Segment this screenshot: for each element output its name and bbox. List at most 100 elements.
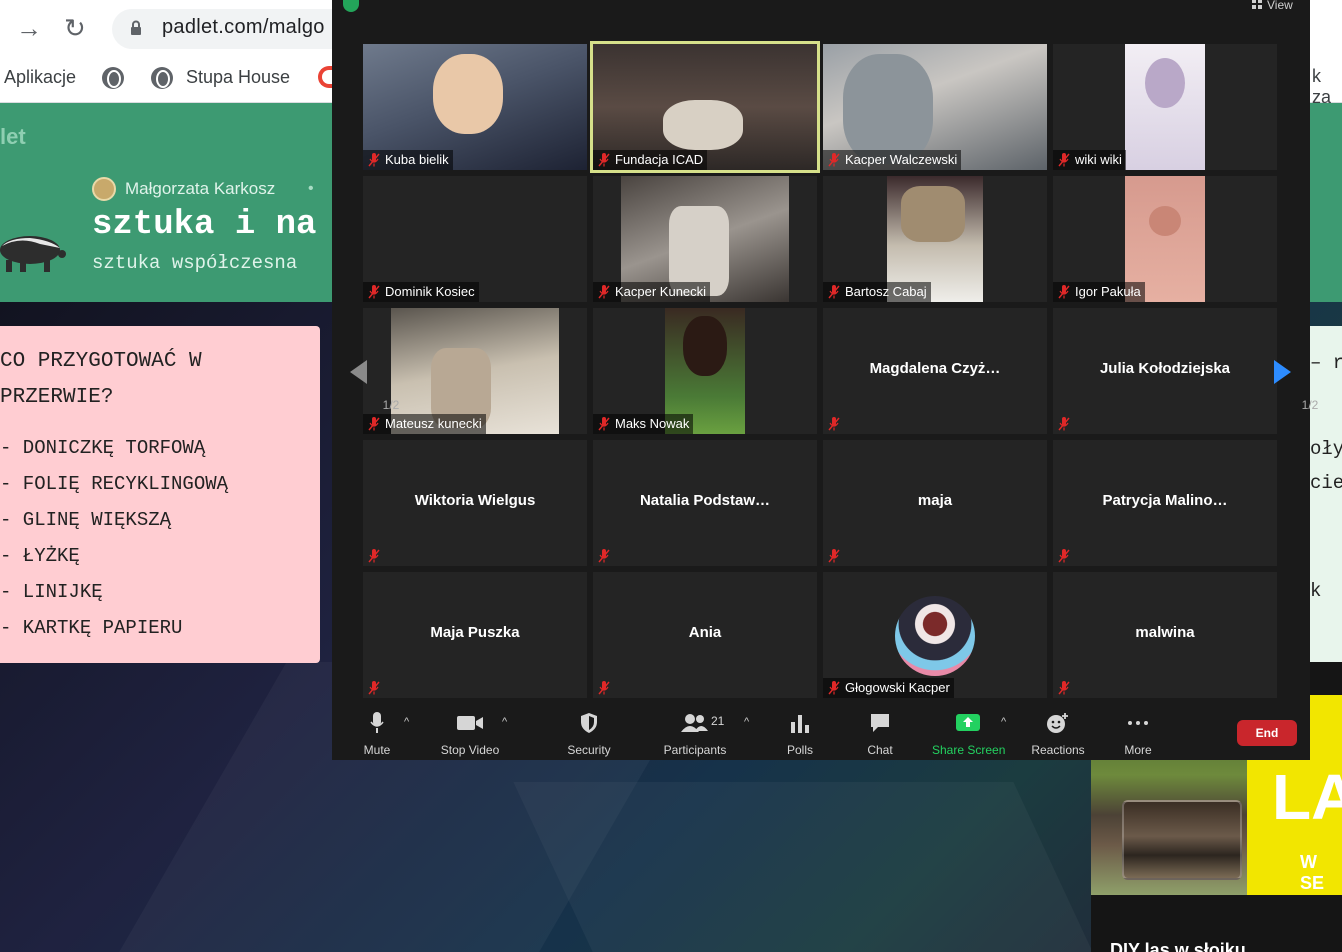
- bookmark-apps[interactable]: Aplikacje: [4, 67, 76, 88]
- participant-name-bar: Głogowski Kacper: [823, 678, 954, 698]
- muted-microphone-icon: [828, 153, 840, 167]
- post-card-right[interactable]: [1308, 326, 1342, 663]
- video-subject: [843, 54, 933, 164]
- muted-microphone-icon: [598, 417, 610, 431]
- share-screen-button[interactable]: Share Screen: [932, 712, 1005, 757]
- muted-microphone-icon: [598, 153, 610, 167]
- muted-microphone-icon: [828, 417, 840, 431]
- participant-tile[interactable]: Bartosz Cabaj: [823, 176, 1047, 302]
- mute-options-caret[interactable]: ^: [404, 716, 409, 728]
- video-subject: [1149, 206, 1181, 236]
- list-item: - KARTKĘ PAPIERU: [0, 617, 183, 639]
- post-card-text: k: [1310, 580, 1322, 602]
- stop-video-button[interactable]: Stop Video: [436, 712, 504, 757]
- avatar: [92, 177, 116, 201]
- bookmark-fragment[interactable]: k za: [1312, 66, 1342, 108]
- more-button[interactable]: More: [1122, 712, 1154, 757]
- participant-tile[interactable]: Kacper Walczewski: [823, 44, 1047, 170]
- participant-tile[interactable]: Dominik Kosiec: [363, 176, 587, 302]
- muted-microphone-icon: [1058, 153, 1070, 167]
- list-item: - FOLIĘ RECYKLINGOWĄ: [0, 473, 229, 495]
- board-title: sztuka i na: [92, 206, 317, 244]
- participant-tile[interactable]: Głogowski Kacper: [823, 572, 1047, 698]
- padlet-logo[interactable]: let: [0, 124, 26, 150]
- participant-tile[interactable]: malwina: [1053, 572, 1277, 698]
- participant-tile[interactable]: maja: [823, 440, 1047, 566]
- previous-page-button[interactable]: 1/2: [346, 328, 399, 416]
- bookmark-stupa-house[interactable]: Stupa House: [186, 67, 290, 88]
- chat-bubble-icon: [871, 714, 889, 732]
- reload-icon[interactable]: ↻: [64, 14, 86, 42]
- participant-tile[interactable]: Kuba bielik: [363, 44, 587, 170]
- video-options-caret[interactable]: ^: [502, 716, 507, 728]
- muted-microphone-icon: [598, 549, 610, 563]
- lock-icon: [131, 20, 141, 35]
- participant-name: Fundacja ICAD: [615, 152, 704, 167]
- shield-icon: [581, 713, 597, 733]
- muted-microphone-icon: [828, 549, 840, 563]
- participant-tile[interactable]: Mateusz kunecki: [363, 308, 587, 434]
- muted-microphone-icon: [1058, 681, 1070, 695]
- next-page-button[interactable]: 1/2: [1265, 328, 1318, 416]
- participant-name: Maja Puszka: [430, 624, 520, 641]
- end-meeting-button[interactable]: End: [1237, 720, 1297, 746]
- participant-tile[interactable]: Magdalena Czyż…: [823, 308, 1047, 434]
- share-screen-icon: [956, 714, 980, 731]
- page-indicator: 1/2: [1301, 398, 1319, 412]
- participant-name: Kacper Kunecki: [615, 284, 707, 299]
- list-item: - DONICZKĘ TORFOWĄ: [0, 437, 206, 459]
- participant-tile[interactable]: Wiktoria Wielgus: [363, 440, 587, 566]
- muted-microphone-icon: [598, 681, 610, 695]
- video-subject: [683, 316, 727, 376]
- more-dots-icon: [1128, 721, 1148, 725]
- muted-microphone-icon: [1058, 285, 1070, 299]
- participant-name: Magdalena Czyż…: [869, 360, 1001, 377]
- jar-image: [1122, 800, 1242, 880]
- globe-icon: [102, 67, 124, 89]
- participant-name: Kacper Walczewski: [845, 152, 958, 167]
- participant-tile[interactable]: Julia Kołodziejska: [1053, 308, 1277, 434]
- muted-microphone-icon: [368, 285, 380, 299]
- participant-tile[interactable]: Maja Puszka: [363, 572, 587, 698]
- banner-subtext: W SE: [1300, 852, 1325, 893]
- participant-tile[interactable]: Fundacja ICAD: [590, 41, 820, 173]
- participant-tile[interactable]: Patrycja Malino…: [1053, 440, 1277, 566]
- reactions-button[interactable]: Reactions: [1030, 712, 1086, 757]
- banner-text: LA: [1272, 761, 1342, 833]
- participant-tile[interactable]: Kacper Kunecki: [593, 176, 817, 302]
- list-item: - GLINĘ WIĘKSZĄ: [0, 509, 172, 531]
- forward-arrow-icon[interactable]: →: [16, 14, 42, 42]
- participants-options-caret[interactable]: ^: [744, 716, 749, 728]
- grid-icon: [1252, 0, 1262, 9]
- video-subject: [433, 54, 503, 134]
- smiley-plus-icon: [1047, 713, 1068, 733]
- security-button[interactable]: Security: [564, 712, 614, 757]
- participant-name-bar: Kacper Walczewski: [823, 150, 962, 170]
- participant-tile[interactable]: Igor Pakuła: [1053, 176, 1277, 302]
- participant-tile[interactable]: Natalia Podstaw…: [593, 440, 817, 566]
- participant-tile[interactable]: Ania: [593, 572, 817, 698]
- participant-tile[interactable]: Maks Nowak: [593, 308, 817, 434]
- participant-name: Patrycja Malino…: [1102, 492, 1228, 509]
- participant-name: maja: [917, 492, 953, 509]
- chat-button[interactable]: Chat: [864, 712, 896, 757]
- view-button[interactable]: View: [1252, 0, 1293, 12]
- mute-button[interactable]: Mute: [358, 712, 396, 757]
- video-subject: [663, 100, 743, 150]
- globe-icon: [151, 67, 173, 89]
- participants-icon: [681, 714, 708, 732]
- participant-name: wiki wiki: [1075, 152, 1122, 167]
- bar-chart-icon: [791, 715, 809, 733]
- participant-name-bar: Kacper Kunecki: [593, 282, 711, 302]
- post-card-list: - DONICZKĘ TORFOWĄ - FOLIĘ RECYKLINGOWĄ …: [0, 430, 228, 646]
- participant-name: Głogowski Kacper: [845, 680, 950, 695]
- list-item: - LINIJKĘ: [0, 581, 103, 603]
- video-camera-icon: [457, 716, 483, 730]
- muted-microphone-icon: [368, 153, 380, 167]
- muted-microphone-icon: [368, 417, 380, 431]
- url-text[interactable]: padlet.com/malgo: [162, 16, 325, 39]
- share-options-caret[interactable]: ^: [1001, 716, 1006, 728]
- polls-button[interactable]: Polls: [784, 712, 816, 757]
- participant-avatar: [895, 596, 975, 676]
- participant-tile[interactable]: wiki wiki: [1053, 44, 1277, 170]
